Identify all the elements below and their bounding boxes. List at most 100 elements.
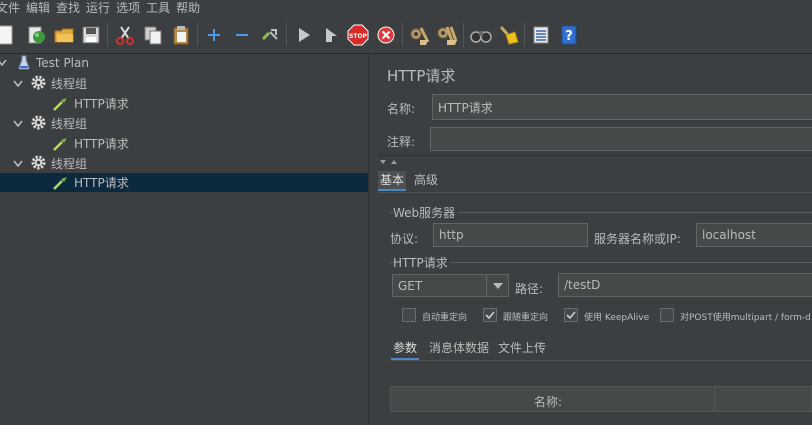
tree-item-thread-group[interactable]: 线程组	[0, 154, 368, 173]
chevron-down-icon[interactable]	[0, 57, 8, 69]
toolbar-separator	[107, 23, 108, 47]
tree-item-http-request[interactable]: HTTP请求	[0, 134, 368, 153]
params-table-header-value	[714, 386, 812, 412]
shutdown-icon[interactable]	[375, 24, 397, 46]
method-select[interactable]: GET	[392, 274, 509, 297]
cut-icon[interactable]	[114, 24, 136, 46]
protocol-field[interactable]: http	[433, 223, 588, 247]
stop-icon[interactable]: STOP	[347, 24, 369, 46]
tree-item-http-request-selected[interactable]: HTTP请求	[0, 173, 368, 192]
sampler-pipette-icon	[52, 96, 68, 112]
toolbar-separator	[286, 23, 287, 47]
server-name-field[interactable]: localhost	[696, 223, 812, 247]
gear-icon	[30, 154, 47, 174]
menu-run[interactable]: 运行	[86, 0, 114, 16]
tree-label: 线程组	[51, 117, 88, 131]
toggle-icon[interactable]	[259, 24, 281, 46]
keepalive-checkbox[interactable]	[564, 308, 578, 322]
menu-file[interactable]: 文件	[0, 0, 24, 16]
collapse-bar[interactable]	[378, 155, 812, 167]
tree-item-thread-group[interactable]: 线程组	[0, 114, 368, 133]
keepalive-label: 使用 KeepAlive	[584, 313, 650, 323]
collapse-icon[interactable]	[231, 24, 253, 46]
chevron-down-icon[interactable]	[12, 118, 24, 130]
start-no-pause-icon[interactable]	[320, 24, 342, 46]
svg-text:STOP: STOP	[349, 33, 368, 40]
name-label: 名称:	[387, 102, 416, 116]
menu-search[interactable]: 查找	[56, 0, 84, 16]
method-value: GET	[398, 278, 423, 293]
paste-icon[interactable]	[170, 24, 192, 46]
tree-label: 线程组	[51, 157, 88, 171]
tree-item-thread-group[interactable]: 线程组	[0, 74, 368, 93]
function-helper-icon[interactable]	[530, 24, 552, 46]
tree-label: HTTP请求	[74, 97, 129, 111]
chevron-down-icon[interactable]	[486, 275, 508, 296]
clear-icon[interactable]	[408, 24, 430, 46]
tree-label: HTTP请求	[74, 176, 129, 190]
tree-label: Test Plan	[36, 55, 89, 70]
menu-bar: 文件 编辑 查找 运行 选项 工具 帮助	[0, 0, 812, 16]
tree-label: 线程组	[51, 77, 88, 91]
chevron-down-icon[interactable]	[12, 78, 24, 90]
copy-icon[interactable]	[142, 24, 164, 46]
http-request-panel: HTTP请求 名称: HTTP请求 注释: 基本 高级 Web服务器 协议: h…	[376, 55, 812, 425]
toolbar: STOP ?	[0, 17, 812, 54]
column-name-header: 名称:	[534, 395, 563, 409]
path-field[interactable]: /testD	[558, 273, 812, 297]
tab-body-data[interactable]: 消息体数据	[427, 339, 491, 360]
path-label: 路径:	[515, 282, 544, 296]
tabs-divider	[378, 192, 812, 193]
menu-tools[interactable]: 工具	[146, 0, 174, 16]
comment-field[interactable]	[430, 127, 812, 151]
auto-redirect-checkbox[interactable]	[402, 308, 416, 322]
checkmark-icon	[566, 310, 576, 319]
menu-edit[interactable]: 编辑	[26, 0, 54, 16]
tree-item-test-plan[interactable]: Test Plan	[0, 53, 368, 72]
auto-redirect-label: 自动重定向	[422, 313, 468, 323]
params-table-header: 名称:	[390, 386, 715, 412]
open-icon[interactable]	[53, 24, 75, 46]
templates-icon[interactable]	[25, 24, 47, 46]
sampler-pipette-icon	[52, 136, 68, 152]
flask-icon	[18, 55, 30, 70]
follow-redirect-checkbox[interactable]	[483, 308, 497, 322]
collapse-arrows-icon[interactable]	[378, 157, 400, 167]
tab-file-upload[interactable]: 文件上传	[496, 339, 548, 360]
expand-icon[interactable]	[203, 24, 225, 46]
page-title: HTTP请求	[387, 67, 456, 85]
tab-advanced[interactable]: 高级	[412, 171, 440, 191]
http-request-title: HTTP请求	[393, 254, 451, 271]
multipart-checkbox[interactable]	[660, 308, 674, 322]
multipart-label: 对POST使用multipart / form-d	[680, 313, 811, 323]
test-plan-tree: Test Plan 线程组 HTTP请求 线程组 HTTP请求 线程组 HTTP…	[0, 55, 368, 425]
toolbar-separator	[197, 23, 198, 47]
protocol-label: 协议:	[390, 232, 419, 246]
save-icon[interactable]	[80, 24, 102, 46]
toolbar-separator	[402, 23, 403, 47]
menu-help[interactable]: 帮助	[176, 0, 204, 16]
gear-icon	[30, 74, 47, 94]
new-icon[interactable]	[0, 24, 16, 46]
start-icon[interactable]	[293, 24, 315, 46]
comment-label: 注释:	[387, 135, 416, 149]
tree-label: HTTP请求	[74, 137, 129, 151]
subtabs-divider	[391, 360, 812, 361]
reset-search-icon[interactable]	[497, 24, 519, 46]
panel-splitter[interactable]	[368, 55, 376, 425]
tree-item-http-request[interactable]: HTTP请求	[0, 94, 368, 113]
web-server-title: Web服务器	[393, 204, 459, 221]
chevron-down-icon[interactable]	[12, 158, 24, 170]
tab-parameters[interactable]: 参数	[391, 339, 420, 360]
svg-text:?: ?	[565, 29, 573, 44]
name-field[interactable]: HTTP请求	[432, 94, 812, 120]
follow-redirect-label: 跟随重定向	[503, 313, 549, 323]
gear-icon	[30, 114, 47, 134]
search-icon[interactable]	[470, 24, 492, 46]
menu-options[interactable]: 选项	[116, 0, 144, 16]
tab-basic[interactable]: 基本	[378, 171, 407, 191]
help-icon[interactable]: ?	[558, 24, 580, 46]
sampler-pipette-icon	[52, 175, 68, 191]
http-request-group	[390, 262, 812, 263]
clear-all-icon[interactable]	[436, 24, 458, 46]
